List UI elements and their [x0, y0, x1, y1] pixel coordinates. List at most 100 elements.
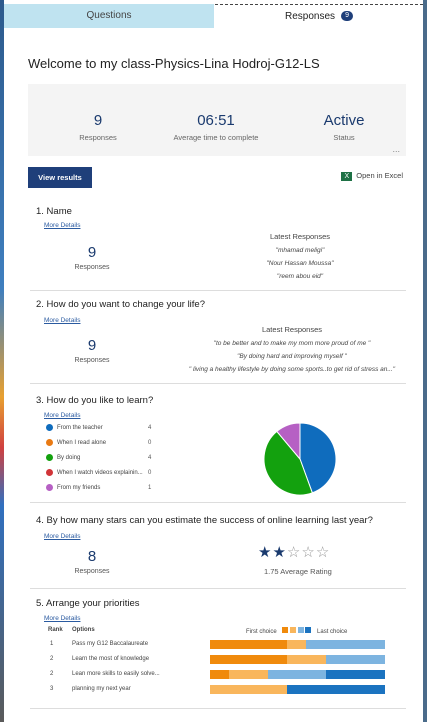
rank-bar-segment [287, 685, 385, 694]
rank-bar-segment [325, 655, 385, 664]
count-label: Responses [74, 264, 110, 271]
option-when-i-watch-videos: When I watch videos explainin... [46, 469, 143, 476]
legend-swatch [290, 627, 297, 633]
question-4-card: 4. By how many stars can you estimate th… [30, 515, 406, 589]
rank-bar-segment [210, 640, 287, 649]
stat-responses-value: 9 [93, 112, 103, 129]
summary-stats: 9 Responses 06:51 Average time to complete… [28, 84, 406, 156]
latest-responses: Latest Responses "mhamad meligi" "Nour H… [200, 232, 400, 280]
stat-status-value: Active [323, 112, 365, 129]
rank-bar-segment [306, 640, 385, 649]
latest-responses-heading: Latest Responses [269, 232, 331, 241]
rank-bar-segment [210, 655, 287, 664]
average-rating-label: 1.75 Average Rating [264, 567, 332, 576]
question-2-count: 9 Responses [62, 337, 122, 364]
rank-bar-segment [287, 640, 307, 649]
question-1-title: 1. Name [36, 206, 72, 217]
more-options-icon[interactable]: ... [392, 144, 400, 154]
option-count: 1 [148, 485, 152, 491]
question-2-title: 2. How do you want to change your life? [36, 299, 205, 310]
tab-responses-label: Responses [284, 11, 336, 22]
rank-distribution-bar [210, 685, 385, 694]
count-label: Responses [74, 568, 110, 575]
latest-response: "Nour Hassan Moussa" [266, 260, 334, 267]
view-results-button[interactable]: View results [28, 167, 92, 188]
option-count: 4 [148, 425, 152, 431]
legend-dot [46, 454, 53, 461]
more-details-link[interactable]: More Details [44, 533, 80, 540]
latest-response: " living a healthy lifestyle by doing so… [188, 366, 396, 373]
rank-value: 3 [50, 686, 54, 692]
latest-responses-heading: Latest Responses [261, 325, 323, 334]
legend-dot [46, 469, 53, 476]
column-rank-header: Rank [48, 627, 63, 633]
forms-panel: Questions Responses 9 Welcome to my class… [4, 0, 423, 722]
rank-option-label: Lean more skills to easily solve... [72, 671, 160, 677]
star-filled-icon: ★ [272, 544, 287, 561]
question-3-card: 3. How do you like to learn? More Detail… [30, 395, 406, 503]
option-label: By doing [57, 455, 81, 462]
count-value: 9 [87, 244, 97, 261]
stat-avg-time-value: 06:51 [197, 112, 235, 129]
open-in-excel-link[interactable]: X Open in Excel [341, 171, 403, 181]
option-count: 0 [148, 470, 152, 476]
option-label: When I watch videos explainin... [57, 470, 143, 477]
star-filled-icon: ★ [258, 544, 273, 561]
responses-count-badge: 9 [341, 11, 354, 22]
rank-option-label: Pass my G12 Baccalaureate [72, 641, 149, 647]
responses-pie-chart [263, 422, 337, 496]
latest-response: "mhamad meligi" [275, 247, 325, 254]
rank-bar-segment [210, 685, 287, 694]
option-count: 4 [148, 455, 152, 461]
rank-bar-segment [210, 670, 230, 679]
rank-distribution-bar [210, 640, 385, 649]
stat-avg-time: 06:51 Average time to complete [156, 112, 276, 142]
tab-responses[interactable]: Responses 9 [215, 4, 423, 29]
rank-bar-segment [287, 655, 326, 664]
rank-distribution-bar [210, 655, 385, 664]
count-value: 8 [87, 548, 97, 565]
question-3-title: 3. How do you like to learn? [36, 395, 154, 406]
more-details-link[interactable]: More Details [44, 317, 80, 324]
more-details-link[interactable]: More Details [44, 222, 80, 229]
stat-avg-time-label: Average time to complete [173, 133, 259, 142]
more-details-link[interactable]: More Details [44, 412, 80, 419]
open-in-excel-label: Open in Excel [356, 171, 403, 180]
excel-icon: X [341, 171, 353, 181]
rank-value: 1 [50, 641, 54, 647]
legend-swatch [282, 627, 289, 633]
rank-bar-segment [267, 670, 326, 679]
legend-dot [46, 439, 53, 446]
option-label: When I read alone [57, 440, 107, 447]
count-label: Responses [74, 357, 110, 364]
first-choice-label: First choice [246, 629, 277, 635]
question-5-card: 5. Arrange your priorities More Details … [30, 598, 406, 709]
stat-status-label: Status [333, 133, 355, 142]
stat-responses: 9 Responses [38, 112, 158, 142]
tab-questions-label: Questions [86, 10, 132, 21]
question-1-count: 9 Responses [62, 244, 122, 271]
option-from-my-friends: From my friends [46, 484, 100, 491]
question-5-title: 5. Arrange your priorities [36, 598, 140, 609]
column-options-header: Options [72, 627, 95, 633]
latest-response: "reem abou eid" [276, 273, 324, 280]
more-details-link[interactable]: More Details [44, 615, 80, 622]
question-2-card: 2. How do you want to change your life? … [30, 299, 406, 384]
option-when-i-read-alone: When I read alone [46, 439, 106, 446]
question-4-count: 8 Responses [62, 548, 122, 575]
tab-bar: Questions Responses 9 [4, 0, 423, 30]
tab-questions[interactable]: Questions [4, 4, 214, 28]
rank-bar-segment [229, 670, 268, 679]
star-empty-icon: ☆ [301, 544, 316, 561]
star-rating: ★★☆☆☆ [258, 543, 330, 561]
option-label: From my friends [57, 485, 101, 492]
stat-responses-label: Responses [79, 133, 117, 142]
question-1-card: 1. Name More Details 9 Responses Latest R… [30, 206, 406, 291]
option-by-doing: By doing [46, 454, 80, 461]
rank-option-label: Learn the most of knowledge [72, 656, 150, 662]
star-empty-icon: ☆ [315, 544, 331, 561]
option-label: From the teacher [57, 425, 103, 432]
rank-value: 2 [50, 656, 54, 662]
stat-status: Active Status [284, 112, 404, 142]
rank-value: 2 [50, 671, 54, 677]
